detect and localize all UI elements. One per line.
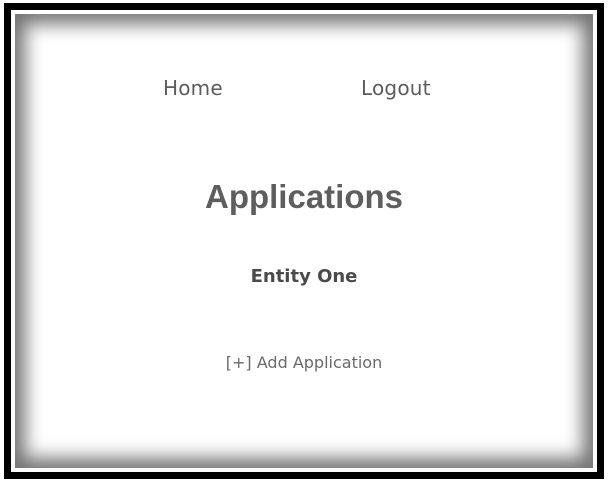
frame-inner-border: Home Logout Applications Entity One [+] …	[11, 10, 597, 472]
logout-link[interactable]: Logout	[361, 76, 431, 100]
top-nav: Home Logout	[15, 76, 593, 106]
add-application-link[interactable]: [+] Add Application	[15, 353, 593, 372]
window-frame: Home Logout Applications Entity One [+] …	[4, 3, 604, 479]
home-link[interactable]: Home	[163, 76, 223, 100]
entity-name: Entity One	[250, 266, 358, 287]
content-panel: Home Logout Applications Entity One [+] …	[15, 14, 593, 468]
page-title: Applications	[204, 178, 404, 215]
